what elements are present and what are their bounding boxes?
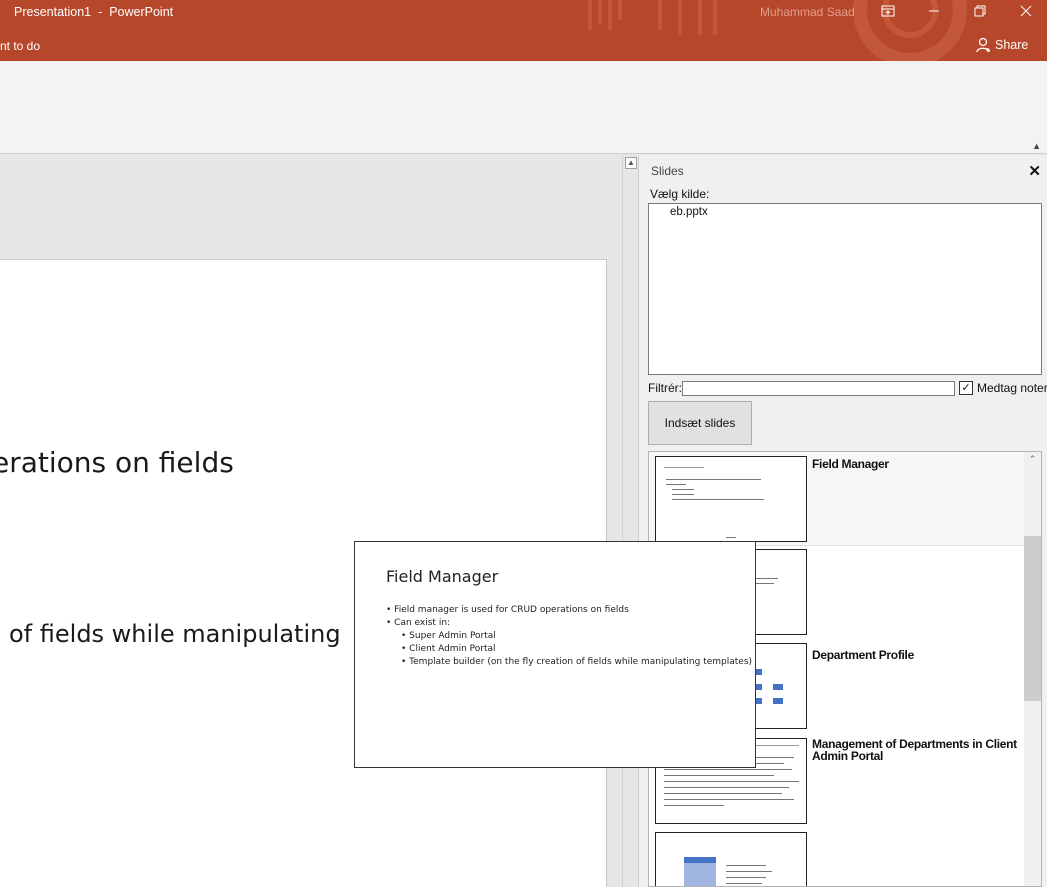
- collapse-ribbon-icon[interactable]: ▲: [1032, 141, 1041, 151]
- source-label: Vælg kilde:: [650, 187, 710, 201]
- pane-title: Slides: [651, 164, 684, 178]
- title-bar: Presentation1 - PowerPoint Muhammad Saad…: [0, 0, 1047, 61]
- restore-icon[interactable]: [957, 0, 1003, 24]
- ribbon-display-options-icon[interactable]: [865, 0, 911, 24]
- slides-pane: Slides ✕ Vælg kilde: eb.pptx Filtrér: ✓ …: [638, 155, 1047, 887]
- source-listbox[interactable]: eb.pptx: [648, 203, 1042, 375]
- preview-bullet: • Client Admin Portal: [401, 644, 496, 654]
- preview-title: Field Manager: [386, 567, 499, 586]
- slide-list-item[interactable]: [649, 828, 1025, 886]
- include-notes-checkbox[interactable]: ✓: [959, 381, 973, 395]
- include-notes-label: Medtag noter: [977, 381, 1047, 395]
- powerpoint-window: Presentation1 - PowerPoint Muhammad Saad…: [0, 0, 1047, 887]
- preview-bullet: • Field manager is used for CRUD operati…: [386, 605, 629, 615]
- filter-label: Filtrér:: [648, 381, 682, 395]
- filter-input[interactable]: [682, 381, 955, 396]
- slide-list-item[interactable]: Field Manager: [649, 452, 1025, 546]
- scrollbar-thumb[interactable]: [1024, 536, 1041, 701]
- slide-editor-canvas: erations on fields of fields while manip…: [0, 155, 622, 887]
- ribbon: ▲: [0, 61, 1047, 154]
- slide-text-line[interactable]: of fields while manipulating: [9, 620, 341, 648]
- user-name[interactable]: Muhammad Saad: [760, 4, 855, 20]
- slide-title: Management of Departments in Client Admi…: [812, 737, 1017, 763]
- insert-slides-button[interactable]: Indsæt slides: [648, 401, 752, 445]
- slide-thumbnail: [655, 832, 807, 886]
- slides-list-scrollbar[interactable]: ⌃: [1024, 452, 1041, 886]
- source-item[interactable]: eb.pptx: [670, 206, 708, 218]
- close-pane-icon[interactable]: ✕: [1028, 162, 1041, 180]
- window-title: Presentation1 - PowerPoint: [14, 5, 174, 19]
- slide-title: Field Manager: [812, 457, 889, 471]
- share-button[interactable]: Share: [976, 36, 1028, 54]
- preview-bullet: • Super Admin Portal: [401, 631, 496, 641]
- close-icon[interactable]: [1003, 0, 1047, 24]
- slide-text-line[interactable]: erations on fields: [0, 446, 234, 479]
- scroll-up-icon[interactable]: ⌃: [1024, 454, 1041, 465]
- slide-title: Department Profile: [812, 648, 914, 662]
- share-label: Share: [995, 38, 1029, 52]
- preview-bullet: • Can exist in:: [386, 618, 451, 628]
- editor-scrollbar[interactable]: ▲: [622, 155, 638, 887]
- slide-preview-popup: Field Manager • Field manager is used fo…: [354, 541, 756, 768]
- slide-thumbnail: [655, 456, 807, 542]
- person-add-icon: [976, 37, 990, 53]
- preview-bullets: • Field manager is used for CRUD operati…: [386, 604, 752, 669]
- minimize-icon[interactable]: [911, 0, 957, 24]
- preview-bullet: • Template builder (on the fly creation …: [401, 657, 753, 667]
- tell-me-search[interactable]: nt to do: [0, 38, 40, 54]
- scroll-up-icon[interactable]: ▲: [625, 157, 637, 169]
